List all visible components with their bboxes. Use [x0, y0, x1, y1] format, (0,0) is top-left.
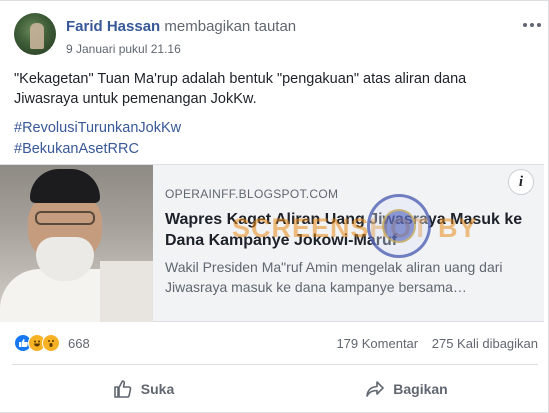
post-text: "Kekagetan" Tuan Ma'rup adalah bentuk "p… [14, 71, 467, 107]
thumbs-up-icon [113, 379, 132, 398]
avatar[interactable] [14, 13, 56, 55]
hashtag-link[interactable]: #RevolusiTurunkanJokKw [14, 118, 181, 139]
post-author-line: Farid Hassan membagikan tautan [66, 18, 296, 35]
reaction-summary[interactable]: 668 [14, 334, 90, 352]
share-arrow-icon [366, 380, 385, 397]
thumb-cap [30, 169, 100, 203]
link-domain: OPERAINFF.BLOGSPOT.COM [165, 187, 339, 201]
like-button[interactable]: Suka [12, 365, 275, 412]
share-count[interactable]: 275 Kali dibagikan [432, 336, 538, 351]
dot-icon [530, 23, 534, 27]
thumb-shoulder [100, 261, 153, 322]
avatar-figure [30, 23, 44, 49]
post-action-text: membagikan tautan [164, 18, 297, 35]
author-name[interactable]: Farid Hassan [66, 18, 160, 35]
thumb-glasses [35, 211, 95, 225]
link-description: Wakil Presiden Ma"ruf Amin mengelak alir… [165, 259, 503, 295]
dot-icon [523, 23, 527, 27]
post-timestamp[interactable]: 9 Januari pukul 21.16 [66, 42, 181, 56]
link-thumbnail[interactable] [0, 165, 153, 322]
reaction-count: 668 [68, 335, 90, 351]
post-actions: Suka Bagikan [12, 364, 538, 412]
link-info: OPERAINFF.BLOGSPOT.COM Wapres Kaget Alir… [165, 187, 537, 297]
dot-icon [537, 23, 541, 27]
wow-icon [42, 334, 60, 352]
post-header: Farid Hassan membagikan tautan 9 Januari… [14, 13, 544, 59]
more-options-button[interactable] [520, 17, 544, 33]
hashtag-list: #RevolusiTurunkanJokKw #BekukanAsetRRC [14, 118, 181, 160]
link-preview-card[interactable]: OPERAINFF.BLOGSPOT.COM Wapres Kaget Alir… [0, 164, 544, 322]
hashtag-link[interactable]: #BekukanAsetRRC [14, 139, 181, 160]
info-icon[interactable]: i [508, 169, 534, 195]
link-title[interactable]: Wapres Kaget Aliran Uang Jiwasraya Masuk… [165, 209, 537, 251]
comment-count[interactable]: 179 Komentar [336, 336, 418, 351]
post-card: Farid Hassan membagikan tautan 9 Januari… [0, 0, 549, 413]
like-label: Suka [140, 380, 175, 397]
engagement-counts: 179 Komentar 275 Kali dibagikan [326, 336, 538, 351]
post-stats: 668 179 Komentar 275 Kali dibagikan [14, 334, 538, 356]
share-button[interactable]: Bagikan [275, 365, 538, 412]
share-label: Bagikan [393, 380, 448, 397]
